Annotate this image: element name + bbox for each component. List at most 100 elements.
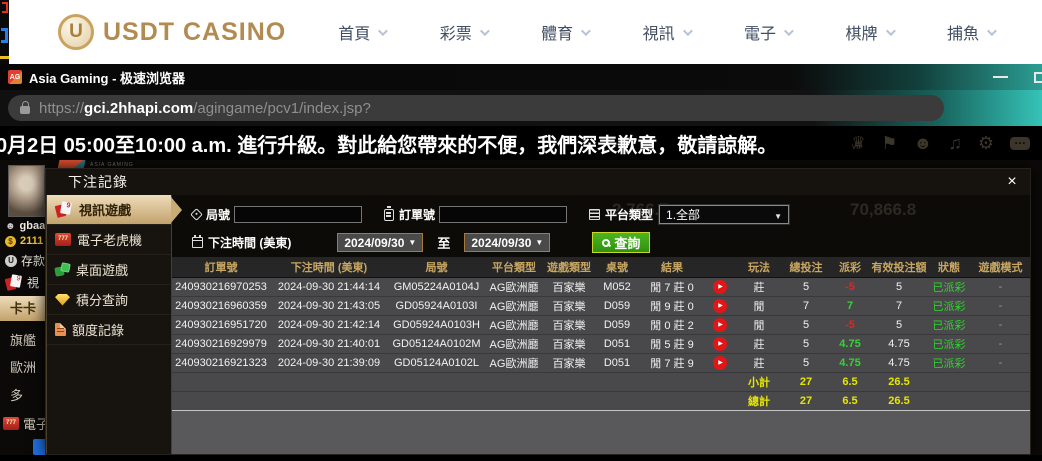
sidebar-tab-2[interactable]: 桌面遊戲 <box>47 255 171 285</box>
sidebar-tab-label: 積分查詢 <box>76 290 128 309</box>
sidebar-tab-1[interactable]: 電子老虎機 <box>47 225 171 255</box>
cell-sum-payout: 6.5 <box>829 391 871 410</box>
search-button[interactable]: 查詢 <box>592 232 650 253</box>
nav-item-label: 首頁 <box>338 20 370 44</box>
casino-topbar: U USDT CASINO 首頁 彩票 體育 視訊 電子 棋牌 捕魚 <box>0 0 1042 64</box>
nav-item-3[interactable]: 視訊 <box>643 20 690 44</box>
tag-icon <box>190 208 203 221</box>
vip-icon[interactable]: ♛VIP <box>852 133 865 153</box>
music-icon[interactable]: ♫ <box>948 133 962 153</box>
filter-row-2: 下注時間 (美東) 2024/09/30 至 2024/09/30 查詢 <box>192 230 1030 255</box>
cell-playtype: 閒 <box>735 296 783 315</box>
dice-icon <box>55 263 70 277</box>
sidebar-tab-0[interactable]: 視訊遊戲 <box>47 195 171 225</box>
nav-item-1[interactable]: 彩票 <box>440 20 487 44</box>
cell-order: 240930216951720 <box>172 315 270 334</box>
platform-select[interactable]: 1.全部 <box>659 205 789 224</box>
bg-menu-item-slots[interactable]: 電子 <box>3 414 49 433</box>
nav-item-5[interactable]: 棋牌 <box>846 20 893 44</box>
address-bar[interactable]: https://gci.2hhapi.com/agingame/pcv1/ind… <box>8 95 944 121</box>
avatar[interactable] <box>8 165 45 217</box>
nav-item-4[interactable]: 電子 <box>744 20 791 44</box>
video-row[interactable]: 視 <box>5 274 39 291</box>
play-video-button[interactable] <box>713 280 727 294</box>
modal-header: 下注記錄 × <box>46 169 1030 195</box>
announcement-bar: 0月2日 05:00至10:00 a.m. 進行升級。對此給您帶來的不便，我們深… <box>0 126 1042 160</box>
to-label: 至 <box>437 233 450 252</box>
cell-time: 2024-09-30 21:40:01 <box>270 334 388 353</box>
date-from-button[interactable]: 2024/09/30 <box>337 233 423 252</box>
brand[interactable]: U USDT CASINO <box>58 14 286 50</box>
nav-item-6[interactable]: 捕魚 <box>947 20 994 44</box>
cell-result: 閒 5 莊 9 <box>639 334 705 353</box>
cards-icon <box>5 275 23 291</box>
flag-icon[interactable]: ⚑ <box>881 133 897 153</box>
cell-play <box>705 315 735 334</box>
nav-item-2[interactable]: 體育 <box>541 20 588 44</box>
screen: U USDT CASINO 首頁彩票體育視訊電子棋牌捕魚 AG Asia Gam… <box>0 0 1042 461</box>
cut-yellow-icon <box>0 56 9 59</box>
clipboard-icon <box>384 209 394 221</box>
cell-valid: 4.75 <box>871 334 927 353</box>
maximize-button[interactable] <box>1034 72 1042 83</box>
bg-menu-item[interactable]: 歐洲 <box>10 357 36 376</box>
minimize-button[interactable] <box>993 76 1008 78</box>
cell-desk: D051 <box>595 334 639 353</box>
sidebar-tab-4[interactable]: 額度記錄 <box>47 315 171 345</box>
nav-item-0[interactable]: 首頁 <box>338 20 385 44</box>
play-video-button[interactable] <box>713 318 727 332</box>
bg-menu-item-active[interactable]: 卡卡 <box>0 296 50 321</box>
filter-panel: 2,766.7 70,866.8 局號 訂單號 <box>172 195 1030 257</box>
date-to-button[interactable]: 2024/09/30 <box>464 233 550 252</box>
round-label: 局號 <box>206 206 230 223</box>
play-video-button[interactable] <box>713 356 727 370</box>
cell-status: 已派彩 <box>927 334 971 353</box>
balance-value: 2111 <box>20 235 43 247</box>
bg-menu-item[interactable]: 旗艦 <box>10 330 36 349</box>
cell-sum-valid: 26.5 <box>871 372 927 391</box>
deposit-row[interactable]: U 存款 <box>5 252 45 269</box>
gear-icon[interactable]: ⚙ <box>978 133 994 153</box>
deposit-icon: U <box>5 255 17 267</box>
modal-body: 視訊遊戲電子老虎機桌面遊戲積分查詢額度記錄 2,766.7 70,866.8 局… <box>46 195 1030 454</box>
cell-round: GD05124A0102L <box>388 353 485 372</box>
cell-mode: - <box>971 315 1030 334</box>
bg-menu-item[interactable]: 多 <box>10 385 23 404</box>
cell-bet: 5 <box>783 353 829 372</box>
order-label: 訂單號 <box>399 206 435 223</box>
nav-item-label: 彩票 <box>440 20 472 44</box>
round-input[interactable] <box>234 206 362 223</box>
ag-logo-remnant: ASIA GAMING <box>58 160 162 168</box>
user-row[interactable]: ☻ gbaa <box>5 220 45 232</box>
brand-name: USDT CASINO <box>103 18 286 47</box>
col-header-platform: 平台類型 <box>485 257 543 277</box>
cell-playtype: 閒 <box>735 315 783 334</box>
platform-label: 平台類型 <box>605 206 653 223</box>
sidebar-tab-3[interactable]: 積分查詢 <box>47 285 171 315</box>
order-input[interactable] <box>439 206 567 223</box>
cell-play <box>705 277 735 296</box>
platform-list-icon <box>589 209 600 220</box>
cell-order: 240930216970253 <box>172 277 270 296</box>
gem-icon <box>55 294 70 306</box>
chat-bubble-icon[interactable]: … <box>1010 137 1030 150</box>
cell-game: 百家樂 <box>543 315 595 334</box>
window-controls <box>993 72 1042 83</box>
ag-logo-shape <box>58 160 85 168</box>
nav-item-label: 捕魚 <box>947 20 979 44</box>
nav-item-label: 體育 <box>541 20 573 44</box>
cell-status: 已派彩 <box>927 315 971 334</box>
bet-records-modal: 下注記錄 × 視訊遊戲電子老虎機桌面遊戲積分查詢額度記錄 2,766.7 70,… <box>45 168 1031 455</box>
chevron-down-icon <box>683 26 693 36</box>
chat-user-icon[interactable]: ☻ <box>913 133 932 153</box>
main-nav: 首頁 彩票 體育 視訊 電子 棋牌 捕魚 <box>338 20 1042 44</box>
play-video-button[interactable] <box>713 299 727 313</box>
col-header-playtype: 玩法 <box>735 257 783 277</box>
cell-status: 已派彩 <box>927 296 971 315</box>
play-video-button[interactable] <box>713 337 727 351</box>
cell-playtype: 莊 <box>735 353 783 372</box>
cell-empty <box>927 372 1030 391</box>
platform-selected-value: 1.全部 <box>666 206 700 223</box>
close-icon[interactable]: × <box>1002 173 1022 191</box>
cell-desk: D059 <box>595 296 639 315</box>
